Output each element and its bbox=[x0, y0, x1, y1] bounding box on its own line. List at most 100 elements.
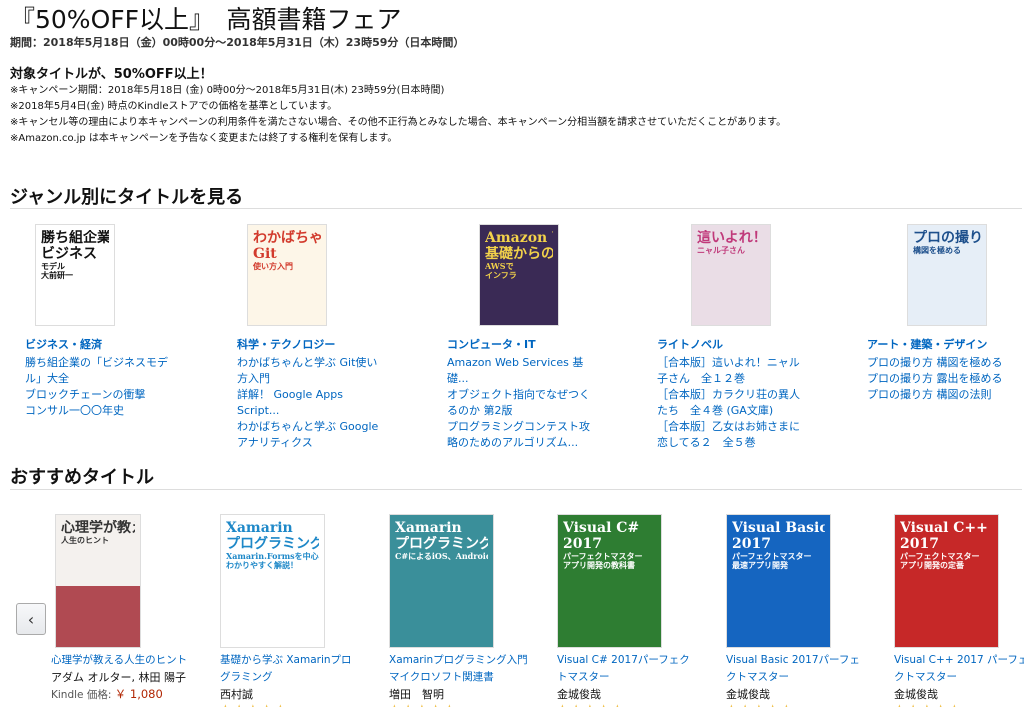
book-cover[interactable]: 這いよれ！ ニャル子さん bbox=[691, 224, 771, 326]
genre-title-link[interactable]: ル」大全 bbox=[25, 371, 168, 387]
note-line: ※キャンペーン期間：2018年5月18日 (金) 0時00分～2018年5月31… bbox=[10, 85, 445, 96]
book-title-link[interactable]: Visual C++ 2017 パーフェ クトマスター bbox=[894, 652, 1024, 686]
cover-text: C#によるiOS、Android bbox=[395, 552, 488, 562]
book-title-line: トマスター bbox=[557, 671, 610, 683]
book-title-line: クトマスター bbox=[894, 671, 957, 683]
cover-text: インフラ bbox=[485, 271, 517, 281]
cover-text: わかばちゃんと学ぶ bbox=[253, 230, 321, 246]
page-title: 『50%OFF以上』 高額書籍フェア bbox=[10, 5, 402, 34]
cover-text: パーフェクトマスター bbox=[732, 552, 812, 562]
genre-title-link[interactable]: ［合本版］這いよれ！ニャル bbox=[657, 355, 800, 371]
price-value: ￥ 1,080 bbox=[114, 687, 163, 701]
book-cover[interactable]: 勝ち組企業のビジネスモデル大前研一 bbox=[35, 224, 115, 326]
genre-title-link[interactable]: 詳解！ Google Apps bbox=[237, 387, 378, 403]
genre-title-link[interactable]: わかばちゃんと学ぶ Google bbox=[237, 419, 378, 435]
campaign-notes: ※キャンペーン期間：2018年5月18日 (金) 0時00分～2018年5月31… bbox=[10, 83, 786, 147]
cover-text: Visual C++ bbox=[900, 520, 988, 536]
genre-title-link[interactable]: コンサル一〇〇年史 bbox=[25, 403, 168, 419]
book-cover[interactable]: Amazon Web Services基礎からのネットワークAWSでインフラ bbox=[479, 224, 559, 326]
genre-title-link[interactable]: プロの撮り方 露出を極める bbox=[867, 371, 1003, 387]
cover-text: プロの撮り方 bbox=[913, 230, 981, 246]
genre-title-link[interactable]: オブジェクト指向でなぜつく bbox=[447, 387, 590, 403]
book-author: 金城俊哉 bbox=[894, 688, 938, 701]
genre-title-link[interactable]: るのか 第2版 bbox=[447, 403, 590, 419]
star-rating-icon[interactable]: ★★★★★ bbox=[220, 702, 289, 707]
cover-text: 2017 bbox=[732, 536, 771, 553]
genre-name-link[interactable]: アート・建築・デザイン bbox=[867, 336, 987, 352]
book-title-link[interactable]: 基礎から学ぶ Xamarinプロ グラミング bbox=[220, 652, 352, 686]
genre-title-link[interactable]: Script... bbox=[237, 403, 378, 419]
book-author: 金城俊哉 bbox=[557, 688, 601, 701]
book-cover[interactable]: Visual C++ 2017 パーフェクトマスター アプリ開発の定番 bbox=[894, 514, 999, 648]
chevron-left-icon: ‹ bbox=[27, 609, 35, 629]
note-line: ※2018年5月4日(金) 時点のKindleストアでの価格を基準としています。 bbox=[10, 101, 338, 112]
cover-text: パーフェクトマスター bbox=[900, 552, 980, 562]
genre-name-link[interactable]: 科学・テクノロジー bbox=[237, 336, 335, 352]
book-title-line: Xamarinプログラミング入門 bbox=[389, 654, 528, 666]
book-title-link[interactable]: Xamarinプログラミング入門 マイクロソフト関連書 bbox=[389, 652, 528, 686]
book-title-line: 基礎から学ぶ Xamarinプロ bbox=[220, 654, 352, 666]
section-divider bbox=[10, 489, 1022, 490]
cover-text: Visual Basic bbox=[732, 520, 825, 536]
carousel-prev-button[interactable]: ‹ bbox=[16, 603, 46, 635]
star-rating-icon[interactable]: ★★★★★ bbox=[894, 702, 963, 707]
cover-text: Visual C# bbox=[563, 520, 640, 536]
section-divider bbox=[10, 208, 1022, 209]
genre-title-link[interactable]: 子さん 全１２巻 bbox=[657, 371, 800, 387]
campaign-headline: 対象タイトルが、50%OFF以上！ bbox=[10, 67, 213, 82]
book-cover[interactable]: Visual Basic 2017 パーフェクトマスター 最速アプリ開発 bbox=[726, 514, 831, 648]
genre-title-link[interactable]: 略のためのアルゴリズム... bbox=[447, 435, 590, 451]
genre-title-link[interactable]: プロの撮り方 構図の法則 bbox=[867, 387, 1003, 403]
genre-title-link[interactable]: Amazon Web Services 基 bbox=[447, 355, 590, 371]
note-line: ※キャンセル等の理由により本キャンペーンの利用条件を満たさない場合、その他不正行… bbox=[10, 117, 787, 128]
cover-text: 構図を極める bbox=[913, 246, 961, 256]
genre-title-link[interactable]: ［合本版］乙女はお姉さまに bbox=[657, 419, 800, 435]
genre-title-link[interactable]: 勝ち組企業の「ビジネスモデ bbox=[25, 355, 168, 371]
recommend-section-title: おすすめタイトル bbox=[10, 467, 154, 488]
book-title-link[interactable]: 心理学が教える人生のヒント bbox=[51, 652, 187, 669]
genre-section-title: ジャンル別にタイトルを見る bbox=[10, 187, 244, 208]
genre-title-link[interactable]: 礎... bbox=[447, 371, 590, 387]
genre-title-link[interactable]: プロの撮り方 構図を極める bbox=[867, 355, 1003, 371]
book-cover[interactable]: Xamarin プログラミング Xamarin.Formsを中心に わかりやすく解説！ bbox=[220, 514, 325, 648]
genre-title-link[interactable]: たち 全４巻 (GA文庫) bbox=[657, 403, 800, 419]
cover-text: 大前研一 bbox=[41, 271, 73, 281]
genre-name-link[interactable]: ビジネス・経済 bbox=[25, 336, 102, 352]
genre-title-link[interactable]: 方入門 bbox=[237, 371, 378, 387]
book-cover[interactable]: プロの撮り方構図を極める bbox=[907, 224, 987, 326]
book-author: 増田 智明 bbox=[389, 688, 444, 701]
price-label-text: Kindle 価格: bbox=[51, 689, 112, 701]
genre-title-links: プロの撮り方 構図を極める プロの撮り方 露出を極める プロの撮り方 構図の法則 bbox=[867, 355, 1003, 403]
genre-title-link[interactable]: プログラミングコンテスト攻 bbox=[447, 419, 590, 435]
book-title-line: マイクロソフト関連書 bbox=[389, 671, 494, 683]
book-title-link[interactable]: Visual Basic 2017パーフェ クトマスター bbox=[726, 652, 860, 686]
genre-title-link[interactable]: アナリティクス bbox=[237, 435, 378, 451]
book-title-link[interactable]: Visual C# 2017パーフェク トマスター bbox=[557, 652, 690, 686]
cover-text: 勝ち組企業の bbox=[41, 230, 109, 246]
cover-text: プログラミング bbox=[226, 536, 319, 553]
note-line: ※Amazon.co.jp は本キャンペーンを予告なく変更または終了する権利を保… bbox=[10, 133, 398, 144]
cover-text: モデル bbox=[41, 262, 65, 272]
genre-title-links: Amazon Web Services 基礎... オブジェクト指向でなぜつく るの… bbox=[447, 355, 590, 451]
kindle-price: Kindle 価格: ￥ 1,080 bbox=[51, 686, 163, 702]
genre-title-link[interactable]: 恋してる２ 全５巻 bbox=[657, 435, 800, 451]
cover-text: わかりやすく解説！ bbox=[226, 561, 298, 571]
genre-title-link[interactable]: ブロックチェーンの衝撃 bbox=[25, 387, 168, 403]
star-rating-icon[interactable]: ★★★★★ bbox=[557, 702, 626, 707]
cover-text: 2017 bbox=[563, 536, 602, 553]
genre-title-links: 勝ち組企業の「ビジネスモデ ル」大全 ブロックチェーンの衝撃 コンサル一〇〇年史 bbox=[25, 355, 168, 419]
book-cover[interactable]: 心理学が教える人生のヒント bbox=[55, 514, 141, 648]
book-cover[interactable]: わかばちゃんと学ぶGit使い方入門 bbox=[247, 224, 327, 326]
cover-text: Xamarin.Formsを中心に bbox=[226, 552, 319, 562]
book-cover[interactable]: Xamarinプログラミング入門C#によるiOS、Android bbox=[389, 514, 494, 648]
star-rating-icon[interactable]: ★★★★★ bbox=[726, 702, 795, 707]
star-rating-icon[interactable]: ★★★★★ bbox=[389, 702, 458, 707]
genre-title-link[interactable]: ［合本版］カラクリ荘の異人 bbox=[657, 387, 800, 403]
cover-text: パーフェクトマスター bbox=[563, 552, 643, 562]
genre-name-link[interactable]: コンピュータ・IT bbox=[447, 336, 536, 352]
genre-name-link[interactable]: ライトノベル bbox=[657, 336, 723, 352]
genre-title-link[interactable]: わかばちゃんと学ぶ Git使い bbox=[237, 355, 378, 371]
cover-text: 2017 bbox=[900, 536, 939, 553]
book-cover[interactable]: Visual C# 2017 パーフェクトマスター アプリ開発の教科書 bbox=[557, 514, 662, 648]
campaign-period: 期間：2018年5月18日（金）00時00分～2018年5月31日（木）23時5… bbox=[10, 36, 465, 49]
